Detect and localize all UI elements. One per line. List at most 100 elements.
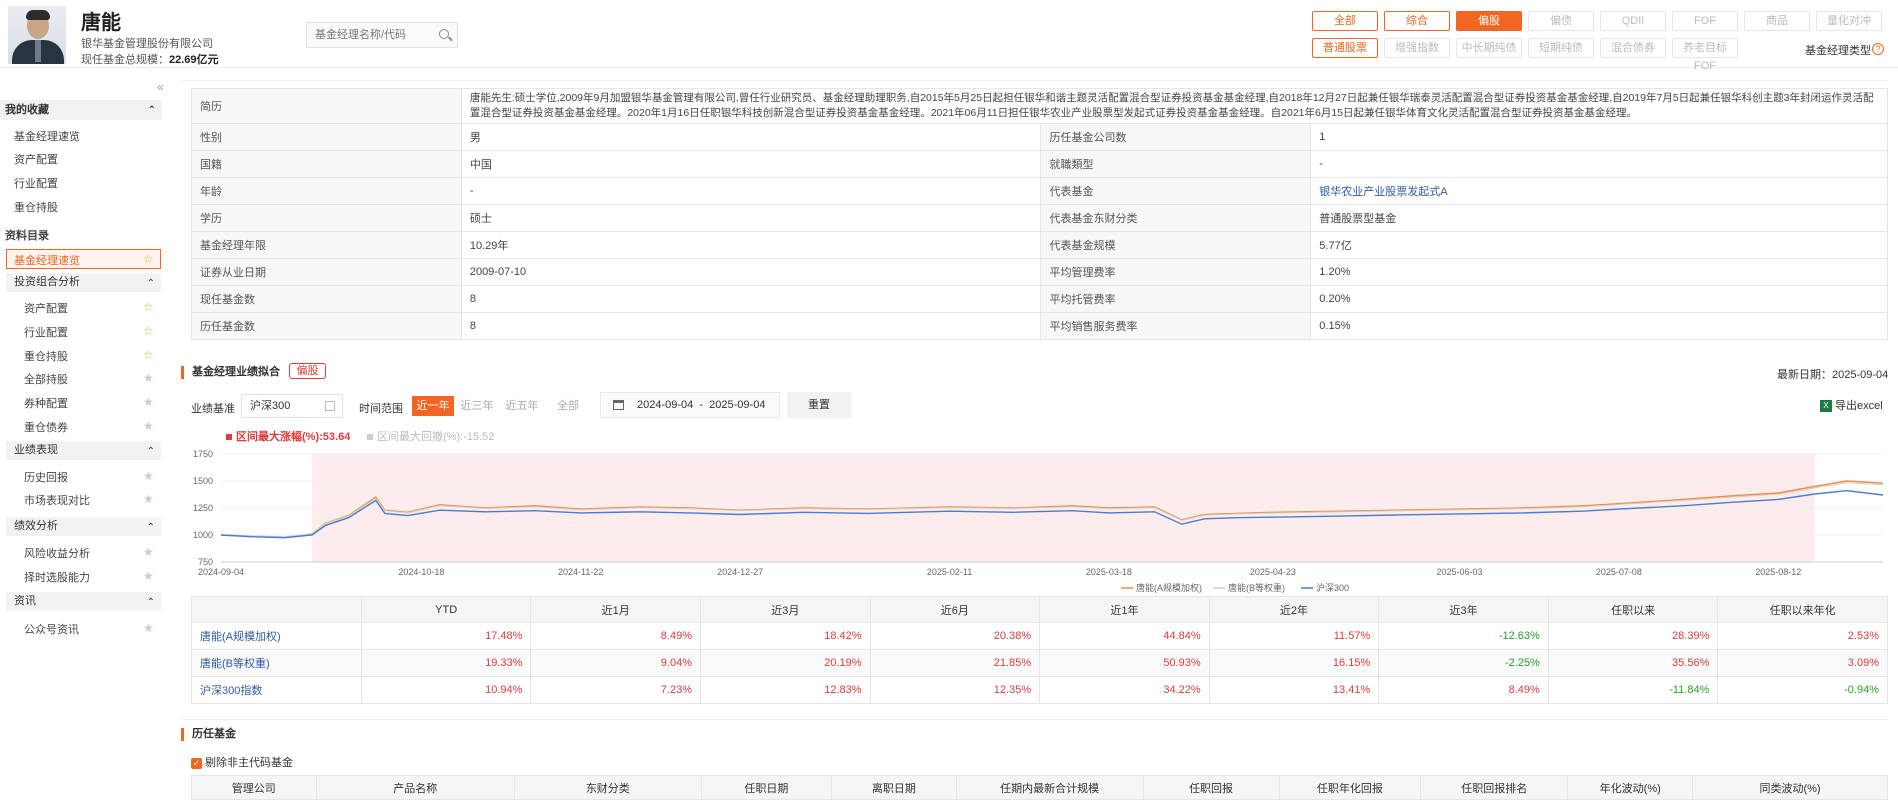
sidebar-item[interactable]: 资产配置 <box>24 300 68 316</box>
perf-row: 唐能(B等权重) 19.33% 9.04% 20.19% 21.85% 50.93% 16.… <box>191 649 1888 677</box>
subtype-tab[interactable]: 普通股票 <box>1312 38 1378 58</box>
type-tab[interactable]: 综合 <box>1384 11 1450 31</box>
range-tab[interactable]: 全部 <box>548 396 588 416</box>
reset-button[interactable]: 重置 <box>787 392 851 418</box>
help-icon[interactable]: ? <box>1872 43 1884 55</box>
sidebar-item[interactable]: 市场表现对比 <box>24 492 90 508</box>
search-input[interactable] <box>307 23 427 47</box>
chevron-up-icon[interactable]: ⌃ <box>148 101 156 121</box>
sidebar-group-title[interactable]: 我的收藏 ⌃ <box>0 100 162 120</box>
favorite-star-icon[interactable]: ★ <box>143 420 155 432</box>
profile-value: 0.15% <box>1310 312 1888 340</box>
favorite-star-icon[interactable]: ☆ <box>143 301 155 313</box>
subtype-tab[interactable]: 混合债券 <box>1600 38 1666 58</box>
sidebar-subgroup[interactable]: 业绩表现 ⌃ <box>6 441 161 460</box>
checkbox-checked-icon[interactable]: ✓ <box>191 757 202 769</box>
history-col-header[interactable]: 任职日期 <box>700 775 833 800</box>
sidebar-item[interactable]: 资产配置 <box>14 151 58 167</box>
range-tab[interactable]: 近三年 <box>456 396 498 416</box>
type-tab[interactable]: 偏股 <box>1456 11 1522 31</box>
sidebar-subgroup[interactable]: 投资组合分析 ⌃ <box>6 273 161 292</box>
sidebar-item[interactable]: 风险收益分析 <box>24 545 90 561</box>
sidebar-item[interactable]: 历史回报 <box>24 469 68 485</box>
history-col-header[interactable]: 东财分类 <box>513 775 702 800</box>
favorite-star-icon[interactable]: ★ <box>143 570 155 582</box>
range-tab[interactable]: 近一年 <box>412 396 454 416</box>
history-col-header[interactable]: 任职回报排名 <box>1420 775 1569 800</box>
history-col-header[interactable]: 任职回报 <box>1142 775 1280 800</box>
performance-chart[interactable]: 750 1000 1250 1500 1750 2024-09-04 2024-10-18 2… <box>191 446 1888 596</box>
type-tab[interactable]: QDII <box>1600 11 1666 31</box>
favorite-star-icon[interactable]: ☆ <box>143 349 155 361</box>
perf-row-name[interactable]: 唐能(A规模加权) <box>191 622 362 650</box>
rep-fund-link[interactable]: 银华农业产业股票发起式A <box>1319 186 1447 198</box>
sidebar-item[interactable]: 基金经理速览 <box>14 252 80 268</box>
sidebar-item[interactable]: 公众号资讯 <box>24 621 79 637</box>
perf-cell: -11.84% <box>1547 676 1719 704</box>
history-col-header[interactable]: 任职年化回报 <box>1278 775 1422 800</box>
sidebar-subgroup-label: 绩效分析 <box>14 520 58 532</box>
manager-type-label[interactable]: 基金经理类型 <box>1805 42 1871 58</box>
subtype-tab[interactable]: 中长期纯债 <box>1456 38 1522 58</box>
favorite-star-icon[interactable]: ★ <box>143 546 155 558</box>
subtype-tab[interactable]: 增强指数 <box>1384 38 1450 58</box>
export-excel-button[interactable]: X 导出excel <box>1820 397 1883 413</box>
edit-icon[interactable] <box>325 401 335 411</box>
type-tab[interactable]: 偏债 <box>1528 11 1594 31</box>
sidebar-group-label: 我的收藏 <box>5 104 49 116</box>
sidebar-item[interactable]: 重仓债券 <box>24 419 68 435</box>
sidebar-item[interactable]: 全部持股 <box>24 371 68 387</box>
perf-row-name[interactable]: 沪深300指数 <box>191 676 362 704</box>
sidebar-item[interactable]: 行业配置 <box>24 324 68 340</box>
favorite-star-icon[interactable]: ★ <box>143 470 155 482</box>
sidebar-item[interactable]: 基金经理速览 <box>14 128 80 144</box>
bench-select[interactable]: 沪深300 <box>241 394 343 418</box>
legend-label[interactable]: 唐能(A规模加权) <box>1136 582 1202 593</box>
chevron-up-icon[interactable]: ⌃ <box>147 518 155 537</box>
favorite-star-icon[interactable]: ☆ <box>143 325 155 337</box>
favorite-star-icon[interactable]: ★ <box>143 396 155 408</box>
favorite-star-icon[interactable]: ☆ <box>143 253 155 265</box>
type-tab[interactable]: 全部 <box>1312 11 1378 31</box>
history-col-header[interactable]: 年化波动(%) <box>1567 775 1694 800</box>
profile-value[interactable]: 银华农业产业股票发起式A <box>1310 177 1888 205</box>
favorite-star-icon[interactable]: ★ <box>143 372 155 384</box>
x-tick-label: 2024-10-18 <box>398 567 444 577</box>
perf-row-name[interactable]: 唐能(B等权重) <box>191 649 362 677</box>
chevron-up-icon[interactable]: ⌃ <box>147 442 155 461</box>
profile-row: 国籍 中国 就職類型 - <box>191 150 1888 178</box>
sidebar-item[interactable]: 券种配置 <box>24 395 68 411</box>
history-col-header[interactable]: 同类波动(%) <box>1692 775 1888 800</box>
sidebar-subgroup[interactable]: 绩效分析 ⌃ <box>6 517 161 536</box>
sidebar-subgroup[interactable]: 资讯 ⌃ <box>6 592 161 611</box>
search-box[interactable] <box>306 22 458 48</box>
chevron-up-icon[interactable]: ⌃ <box>147 274 155 293</box>
chevron-up-icon[interactable]: ⌃ <box>147 593 155 612</box>
collapse-sidebar-icon[interactable]: « <box>157 80 164 94</box>
sidebar-item[interactable]: 行业配置 <box>14 175 58 191</box>
history-col-header[interactable]: 离职日期 <box>831 775 957 800</box>
date-range-picker[interactable]: 2024-09-04 - 2025-09-04 <box>600 392 780 418</box>
sidebar-item[interactable]: 重仓持股 <box>24 348 68 364</box>
subtype-tab[interactable]: 养老目标FOF <box>1672 38 1738 72</box>
max-rise-legend[interactable]: 区间最大涨幅(%):53.64 <box>226 428 350 444</box>
type-tab[interactable]: FOF <box>1672 11 1738 31</box>
perf-cell: 19.33% <box>360 649 532 677</box>
profile-value: 8 <box>460 312 1042 340</box>
type-tab[interactable]: 量化对冲 <box>1816 11 1882 31</box>
favorite-star-icon[interactable]: ★ <box>143 493 155 505</box>
history-col-header[interactable]: 产品名称 <box>315 775 515 800</box>
range-tab[interactable]: 近五年 <box>500 396 544 416</box>
history-col-header[interactable]: 管理公司 <box>191 775 317 800</box>
subtype-tab[interactable]: 短期纯债 <box>1528 38 1594 58</box>
sidebar-item[interactable]: 择时选股能力 <box>24 569 90 585</box>
sidebar-item[interactable]: 重仓持股 <box>14 199 58 215</box>
legend-label[interactable]: 唐能(B等权重) <box>1228 582 1285 593</box>
max-drawdown-legend[interactable]: 区间最大回撤(%):-15.52 <box>367 428 494 444</box>
favorite-star-icon[interactable]: ★ <box>143 622 155 634</box>
type-tab[interactable]: 商品 <box>1744 11 1810 31</box>
search-icon[interactable] <box>439 29 449 39</box>
history-col-header[interactable]: 任期内最新合计规模 <box>955 775 1144 800</box>
exclude-checkbox[interactable]: ✓ 剔除非主代码基金 <box>191 754 293 770</box>
legend-label[interactable]: 沪深300 <box>1316 582 1349 593</box>
